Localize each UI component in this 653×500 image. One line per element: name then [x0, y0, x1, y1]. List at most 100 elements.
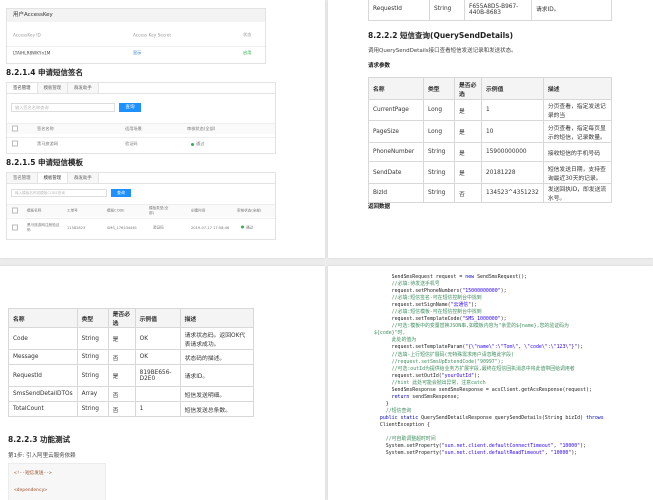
cell-type: String [423, 142, 455, 162]
code-token: throws [586, 414, 604, 421]
table-row: CurrentPage Long 是 1 分页查看，指定发送记录的当 [368, 99, 613, 121]
sign-search-input[interactable]: 输入签名名称查询 [11, 103, 115, 112]
th-example: 示例值 [481, 77, 544, 100]
tab-bulk-assistant[interactable]: 群发助手 [68, 83, 99, 93]
template-table-row: 黑马旅游网注册验证码 11582823 SMS_176534461 验证码 20… [7, 218, 275, 236]
th-example: 示例值 [134, 308, 181, 328]
cell-example: F655A8D5-B967-440B-8683 [464, 0, 532, 21]
template-status: 通过 [246, 225, 254, 229]
tab-template-manage-2[interactable]: 模板管理 [37, 173, 69, 183]
header-template-type[interactable]: 模板类型(全部) [149, 206, 173, 216]
select-all-checkbox-2[interactable] [12, 207, 18, 214]
header-audit-status[interactable]: 审核状态(全部) [187, 126, 215, 132]
sign-search-button[interactable]: 查询 [119, 103, 141, 112]
code-line: //短信查询 [374, 408, 604, 415]
tab-sign-manage-2[interactable]: 签名管理 [7, 173, 38, 183]
cell-name: RequestId [8, 364, 78, 387]
tab-bulk-assistant-2[interactable]: 群发助手 [68, 173, 99, 183]
sign-name: 黑马旅游网 [37, 141, 58, 146]
cell-required: 否 [107, 401, 136, 417]
code-token: System.setProperty( [385, 450, 442, 457]
sign-panel: 签名管理 模板管理 群发助手 输入签名名称查询 查询 签名名称 适用场景 审核状… [6, 82, 276, 154]
cell-type: String [423, 161, 455, 184]
header-status: 状态 [243, 32, 252, 37]
code-token: "15000000000" [462, 288, 501, 295]
cell-desc: 短信发送日期，支持查询最近30天的记录。 [542, 161, 613, 184]
template-search-button[interactable]: 查询 [111, 189, 131, 197]
cell-desc: 请求ID。 [531, 0, 612, 21]
template-search-input[interactable]: 输入模板名称或模板CODE查询 [11, 189, 107, 197]
cell-desc: 短信发送总条数。 [179, 401, 255, 417]
code-token: ); [500, 288, 507, 295]
show-secret-link[interactable]: 显示 [133, 50, 141, 56]
header-audit-status-2[interactable]: 审核状态(全部) [237, 209, 261, 214]
code-line: //可自助调整超时时间 [374, 436, 604, 443]
accesskey-panel-title: 用户AccessKey [7, 9, 265, 22]
section-desc-query: 调用QuerySendDetails接口查看短信发送记录和发送状态。 [368, 48, 517, 54]
cell-desc: 分页查看，指定发送记录的当 [542, 99, 613, 121]
table-row: PageSize Long 是 10 分页查看，指定每页显示的短信，记录数量。 [368, 120, 613, 143]
section-heading-sign: 8.2.1.4 申请短信签名 [6, 68, 84, 77]
code-line: //选填-上行短信扩展码(无特殊需求用户请忽略此字段) [374, 352, 604, 359]
th-name: 名称 [8, 308, 78, 328]
code-token: ); [471, 302, 478, 309]
cell-example: 1 [481, 99, 544, 121]
table-row: RequestId String F655A8D5-B967-440B-8683… [368, 0, 612, 21]
cell-example: 15900000000 [481, 142, 544, 162]
accesskey-header: AccessKey ID Access Key Secret 状态 [7, 30, 265, 40]
template-table-header: 模板名称 工单号 模板CODE 模板类型(全部) 创建时间 审核状态(全部) [7, 204, 275, 217]
code-line: return sendSmsResponse; [374, 394, 604, 401]
code-line: public static QuerySendDetailsResponse q… [374, 415, 604, 422]
code-token: //必填:待发送手机号 [391, 281, 440, 288]
table-row: BizId String 否 134523^4351232 发送回执ID，即发送… [368, 183, 613, 203]
cell-desc: 短信发送明细。 [179, 386, 255, 402]
response-table-tail: RequestId String F655A8D5-B967-440B-8683… [368, 0, 612, 21]
tab-template-manage[interactable]: 模板管理 [37, 83, 69, 93]
row-checkbox-2[interactable] [12, 224, 18, 230]
code-token: SendSmsRequest request = [391, 274, 466, 280]
code-token: request.setOutId( [391, 372, 442, 379]
code-line: //必填:待发送手机号 [374, 281, 604, 288]
code-token: ${code}"时, [374, 330, 406, 337]
cell-required: 否 [107, 349, 136, 365]
code-token: QuerySendDetailsResponse querySendDetail… [418, 414, 587, 421]
accesskey-id: LTAIHLR8WKYn1M [13, 50, 51, 56]
table-row: SmsSendDetailDTOs Array 否 短信发送明细。 [8, 386, 255, 402]
cell-desc: 分页查看，指定每页显示的短信，记录数量。 [542, 120, 613, 143]
code-token: public static [379, 414, 419, 421]
cell-desc: 状态码的描述。 [179, 349, 255, 365]
cell-desc: 请求状态码。返回OK代表请求成功。 [179, 327, 255, 350]
cell-name: PhoneNumber [368, 142, 424, 162]
cell-name: TotalCount [8, 401, 78, 417]
code-line: 此处的值为 [374, 337, 604, 344]
cell-example: OK [134, 327, 181, 350]
code-token: request.setSignName( [391, 302, 451, 309]
select-all-checkbox[interactable] [12, 125, 18, 132]
cell-required: 是 [454, 99, 482, 121]
accesskey-row: LTAIHLR8WKYn1M 显示 启用 [7, 46, 265, 59]
code-token: "{\"name\":\"Tom\", \"code\":\"123\"}" [465, 344, 578, 351]
cell-example: 10 [481, 120, 544, 143]
th-required: 是否必选 [454, 77, 482, 100]
cell-required: 否 [107, 386, 136, 402]
header-scene: 适用场景 [125, 126, 142, 131]
code-line: //可选:模板中的变量替换JSON串,如模板内容为"亲爱的${name},您的验… [374, 323, 604, 330]
cell-example: 1 [134, 401, 181, 417]
cell-name: Code [8, 327, 78, 350]
template-order: 11582823 [67, 225, 86, 230]
header-template-name: 模板名称 [27, 208, 42, 213]
code-token: //选填-上行短信扩展码(无特殊需求用户请忽略此字段) [391, 351, 514, 358]
code-token: //短信查询 [385, 407, 412, 414]
th-required: 是否必选 [107, 308, 136, 328]
response-params-table: 名称 类型 是否必选 示例值 描述 Code String 是 OK 请求状态码… [8, 308, 255, 417]
cell-example: 134523^4351232 [481, 183, 544, 203]
th-desc: 描述 [542, 77, 613, 100]
row-checkbox[interactable] [12, 140, 18, 147]
sign-table-header: 签名名称 适用场景 审核状态(全部) [7, 123, 275, 134]
cell-desc: 发送回执ID，即发送流水号。 [542, 183, 613, 203]
step1-text: 第1步: 引入阿里云服务依赖 [8, 453, 76, 459]
xml-line: <!--短信发送--> [14, 471, 52, 476]
tab-sign-manage[interactable]: 签名管理 [7, 83, 38, 93]
code-token: sendSmsResponse; [409, 393, 460, 400]
code-token: ); [500, 316, 507, 323]
